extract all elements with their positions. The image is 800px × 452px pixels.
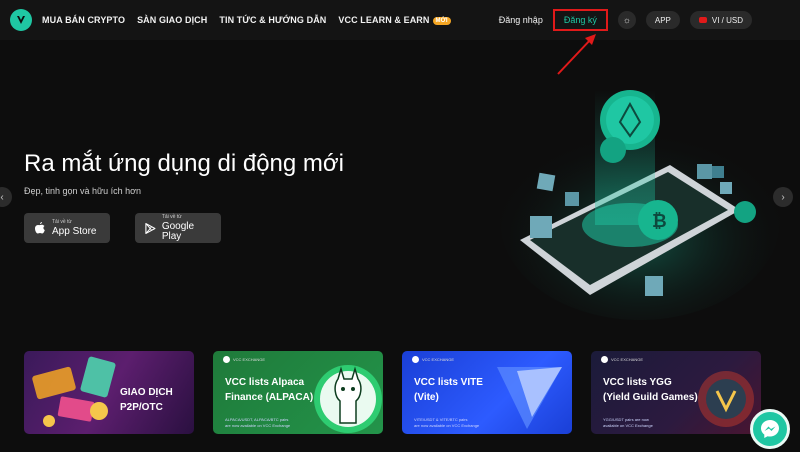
nav-exchange[interactable]: SÀN GIAO DỊCH (137, 15, 207, 25)
card-p2p-line2: P2P/OTC (120, 401, 163, 413)
hero-title: Ra mắt ứng dụng di động mới (24, 150, 344, 177)
card-ygg-line2: (Yield Guild Games) (603, 391, 698, 403)
card-ygg-brand: VCC EXCHANGE (601, 356, 643, 363)
messenger-icon (761, 420, 779, 438)
card-ygg-desc: YGG/USDT pairs are now available on VCC E… (603, 417, 653, 428)
promo-card-alpaca[interactable]: VCC EXCHANGE VCC lists Alpaca Finance (AL… (213, 351, 383, 434)
login-link[interactable]: Đăng nhập (499, 15, 543, 25)
apple-icon (35, 222, 45, 234)
promo-card-p2p[interactable]: GIAO DỊCH P2P/OTC (24, 351, 194, 434)
card-alpaca-title: VCC lists Alpaca Finance (ALPACA) (225, 376, 313, 405)
vite-icon (497, 367, 562, 429)
locale-label: VI / USD (711, 15, 743, 25)
nav-learn-earn-label: VCC LEARN & EARN (338, 15, 430, 25)
app-store-label: App Store (52, 225, 97, 237)
alpaca-icon (314, 365, 382, 433)
messenger-chat-button[interactable] (750, 409, 790, 449)
card-alpaca-line1: VCC lists Alpaca (225, 377, 305, 388)
card-vite-line2: (Vite) (414, 391, 439, 403)
flag-icon (698, 17, 707, 23)
promo-card-ygg[interactable]: VCC EXCHANGE VCC lists YGG (Yield Guild G… (591, 351, 761, 434)
google-play-button[interactable]: Tải về từ Google Play (135, 213, 221, 243)
card-vite-title: VCC lists VITE (Vite) (414, 376, 483, 405)
theme-toggle-icon[interactable]: ☼ (617, 11, 636, 29)
card-p2p-title: GIAO DỊCH P2P/OTC (120, 386, 173, 415)
vcc-logo-icon[interactable] (10, 9, 32, 31)
p2p-illustration (32, 356, 116, 427)
google-play-icon (145, 222, 156, 234)
card-vite-line1: VCC lists VITE (414, 377, 483, 388)
svg-text:₿: ₿ (652, 211, 667, 231)
google-play-label: Google Play (161, 220, 195, 242)
card-alpaca-desc: ALPACA/USDT, ALPACA/BTC pairs are now ava… (225, 417, 291, 428)
app-store-button[interactable]: Tải về từ App Store (24, 213, 110, 243)
nav-right-group: Đăng nhập Đăng ký ☼ APP VI / USD (499, 0, 762, 40)
hero-phone-illustration: ₿ (500, 90, 780, 320)
app-button[interactable]: APP (645, 11, 680, 29)
hero-subtitle: Đẹp, tinh gọn và hữu ích hơn (24, 186, 141, 196)
locale-selector[interactable]: VI / USD (689, 11, 752, 29)
card-ygg-title: VCC lists YGG (Yield Guild Games) (603, 376, 698, 405)
signup-button[interactable]: Đăng ký (552, 9, 608, 31)
card-p2p-line1: GIAO DỊCH (120, 387, 173, 398)
promo-card-vite[interactable]: VCC EXCHANGE VCC lists VITE (Vite) VITE/U… (402, 351, 572, 434)
top-navbar: MUA BÁN CRYPTO SÀN GIAO DỊCH TIN TỨC & H… (0, 0, 800, 40)
new-badge: MỚI (432, 17, 451, 25)
google-play-small-label: Tải về từ (161, 213, 182, 220)
carousel-prev-button[interactable]: ‹ (0, 187, 12, 207)
nav-learn-earn[interactable]: VCC LEARN & EARN MỚI (338, 15, 451, 25)
nav-buy-crypto[interactable]: MUA BÁN CRYPTO (42, 15, 125, 25)
card-vite-brand: VCC EXCHANGE (412, 356, 454, 363)
card-ygg-line1: VCC lists YGG (603, 377, 672, 388)
nav-news-guides[interactable]: TIN TỨC & HƯỚNG DẪN (219, 15, 326, 25)
card-alpaca-line2: Finance (ALPACA) (225, 391, 314, 403)
app-store-small-label: Tải về từ (52, 218, 72, 225)
card-alpaca-brand: VCC EXCHANGE (223, 356, 265, 363)
card-vite-desc: VITE/USDT & VITE/BTC pairs are now availa… (414, 417, 480, 428)
